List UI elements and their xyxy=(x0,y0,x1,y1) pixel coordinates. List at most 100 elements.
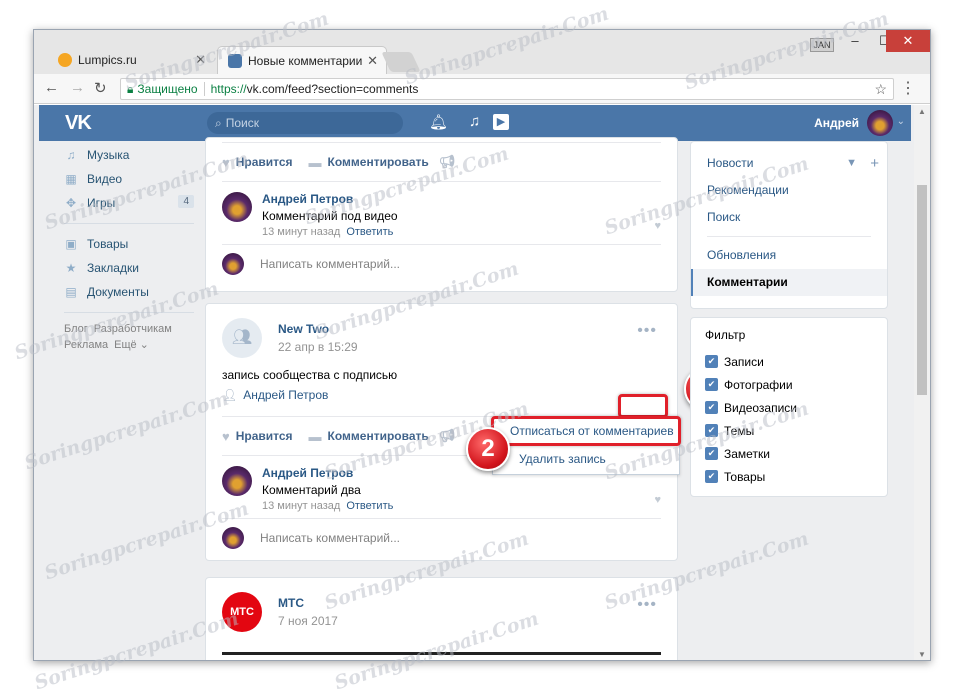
post-more-dots-icon[interactable]: ••• xyxy=(637,322,657,340)
comment-time[interactable]: 13 минут назад xyxy=(262,500,340,512)
scroll-down-icon[interactable]: ▼ xyxy=(918,650,926,659)
filter-option-goods[interactable]: ✔ Товары xyxy=(705,465,873,488)
unsubscribe-comments-item[interactable]: Отписаться от комментариев xyxy=(491,416,681,446)
left-menu-label: Музыка xyxy=(87,148,130,162)
left-menu-item-goods[interactable]: ▣ Товары xyxy=(64,232,194,256)
comment-icon[interactable]: ▬ xyxy=(309,429,322,444)
browser-menu-icon[interactable]: ⋮ xyxy=(900,78,916,98)
browser-window: Lumpics.ru ✕ Новые комментарии ✕ JAN – ☐… xyxy=(33,29,931,661)
footer-blog-link[interactable]: Блог xyxy=(64,323,88,335)
close-window-button[interactable]: ✕ xyxy=(886,30,930,52)
search-input[interactable] xyxy=(225,116,386,130)
vk-favicon-icon xyxy=(228,53,242,68)
reload-icon[interactable]: ↻ xyxy=(94,79,107,97)
comment-avatar[interactable] xyxy=(222,466,252,496)
more-dots-highlight xyxy=(618,394,668,418)
filter-option-videos[interactable]: ✔ Видеозаписи xyxy=(705,396,873,419)
heart-icon[interactable]: ♥ xyxy=(222,429,230,444)
right-menu-item-comments[interactable]: Комментарии xyxy=(691,269,887,296)
right-menu-item-recommendations[interactable]: Рекомендации xyxy=(691,177,887,204)
comment-author[interactable]: Андрей Петров xyxy=(262,192,661,206)
header-avatar[interactable] xyxy=(867,110,893,136)
signature-author-link[interactable]: Андрей Петров xyxy=(243,388,328,402)
left-menu-item-documents[interactable]: ▤ Документы xyxy=(64,280,194,304)
profile-badge[interactable]: JAN xyxy=(810,38,834,52)
right-menu-item-updates[interactable]: Обновления xyxy=(691,242,887,269)
plus-icon[interactable]: + xyxy=(870,150,879,177)
url-scheme: https:// xyxy=(210,82,247,96)
scroll-up-icon[interactable]: ▲ xyxy=(918,107,926,116)
checkbox-checked-icon[interactable]: ✔ xyxy=(705,401,718,414)
left-menu-item-games[interactable]: ✥ Игры 4 xyxy=(64,191,194,215)
share-megaphone-icon[interactable]: 📢︎ xyxy=(439,154,456,170)
left-menu-label: Игры xyxy=(87,196,116,210)
write-comment-input[interactable] xyxy=(260,257,560,271)
post-date[interactable]: 7 ноя 2017 xyxy=(278,614,338,628)
left-menu-label: Закладки xyxy=(87,261,139,275)
bookmark-star-icon[interactable]: ☆ xyxy=(874,81,887,98)
right-menu-item-news[interactable]: Новости ▼ + xyxy=(691,150,887,177)
tab-new-comments[interactable]: Новые комментарии ✕ xyxy=(217,46,387,74)
reply-link[interactable]: Ответить xyxy=(346,500,393,512)
comment-button[interactable]: Комментировать xyxy=(328,155,429,169)
new-tab-button[interactable] xyxy=(381,52,421,72)
post-author-name[interactable]: МТС xyxy=(278,596,304,610)
forward-arrow-icon[interactable]: → xyxy=(70,79,85,96)
filter-funnel-icon[interactable]: ▼ xyxy=(846,150,857,177)
url-bar[interactable]: 🔒︎ Защищено https:// vk.com/feed?section… xyxy=(120,78,894,100)
checkbox-checked-icon[interactable]: ✔ xyxy=(705,424,718,437)
comment-button[interactable]: Комментировать xyxy=(328,429,429,443)
play-icon[interactable]: ▶ xyxy=(493,114,509,130)
tab-lumpics[interactable]: Lumpics.ru ✕ xyxy=(48,46,214,74)
scroll-thumb[interactable] xyxy=(917,185,927,395)
post-author-name[interactable]: New Two xyxy=(278,322,329,336)
post-more-dots-icon[interactable]: ••• xyxy=(637,596,657,614)
filter-option-posts[interactable]: ✔ Записи xyxy=(705,350,873,373)
footer-developers-link[interactable]: Разработчикам xyxy=(94,323,172,335)
comment-like-heart-icon[interactable]: ♥ xyxy=(654,494,661,506)
reply-link[interactable]: Ответить xyxy=(346,226,393,238)
post-date[interactable]: 22 апр в 15:29 xyxy=(278,340,358,354)
filter-option-notes[interactable]: ✔ Заметки xyxy=(705,442,873,465)
mts-logo-avatar[interactable]: МТС xyxy=(222,592,262,632)
checkbox-checked-icon[interactable]: ✔ xyxy=(705,378,718,391)
group-avatar-icon[interactable]: 👥︎ xyxy=(222,318,262,358)
filter-option-topics[interactable]: ✔ Темы xyxy=(705,419,873,442)
feed-card-mts: МТС МТС 7 ноя 2017 ••• xyxy=(205,577,678,660)
filter-label: Заметки xyxy=(724,446,770,461)
left-menu-item-bookmarks[interactable]: ★ Закладки xyxy=(64,256,194,280)
video-icon: ▦ xyxy=(65,172,77,186)
vk-search[interactable]: ⌕ xyxy=(207,112,403,134)
footer-more-link[interactable]: Ещё ⌄ xyxy=(114,339,149,351)
share-megaphone-icon[interactable]: 📢︎ xyxy=(439,428,456,444)
minimize-button[interactable]: – xyxy=(840,30,870,52)
checkbox-checked-icon[interactable]: ✔ xyxy=(705,355,718,368)
comment-like-heart-icon[interactable]: ♥ xyxy=(654,220,661,232)
checkbox-checked-icon[interactable]: ✔ xyxy=(705,470,718,483)
header-user-name[interactable]: Андрей xyxy=(814,116,859,130)
comment-icon[interactable]: ▬ xyxy=(309,155,322,170)
tab-close-icon[interactable]: ✕ xyxy=(195,52,206,68)
write-comment-row xyxy=(206,245,677,283)
page-scrollbar[interactable]: ▲ ▼ xyxy=(914,105,930,660)
comment-avatar[interactable] xyxy=(222,192,252,222)
chevron-down-icon[interactable]: ⌄ xyxy=(897,116,905,127)
music-note-icon[interactable]: ♫ xyxy=(469,113,480,130)
left-menu-item-video[interactable]: ▦ Видео xyxy=(64,167,194,191)
checkbox-checked-icon[interactable]: ✔ xyxy=(705,447,718,460)
bell-icon[interactable]: 🔔︎ xyxy=(429,113,448,131)
like-button[interactable]: Нравится xyxy=(236,155,293,169)
back-arrow-icon[interactable]: ← xyxy=(44,79,59,96)
comment-time[interactable]: 13 минут назад xyxy=(262,226,340,238)
heart-icon[interactable]: ♥ xyxy=(222,155,230,170)
delete-post-item[interactable]: Удалить запись xyxy=(493,446,679,474)
like-button[interactable]: Нравится xyxy=(236,429,293,443)
tab-close-icon[interactable]: ✕ xyxy=(367,53,378,69)
footer-ads-link[interactable]: Реклама xyxy=(64,339,108,351)
vk-logo-icon[interactable]: VK xyxy=(65,112,92,135)
left-menu-item-music[interactable]: ♫ Музыка xyxy=(64,143,194,167)
filter-option-photos[interactable]: ✔ Фотографии xyxy=(705,373,873,396)
write-comment-input[interactable] xyxy=(260,531,560,545)
right-menu-item-search[interactable]: Поиск xyxy=(691,204,887,231)
games-count-badge: 4 xyxy=(178,195,194,208)
